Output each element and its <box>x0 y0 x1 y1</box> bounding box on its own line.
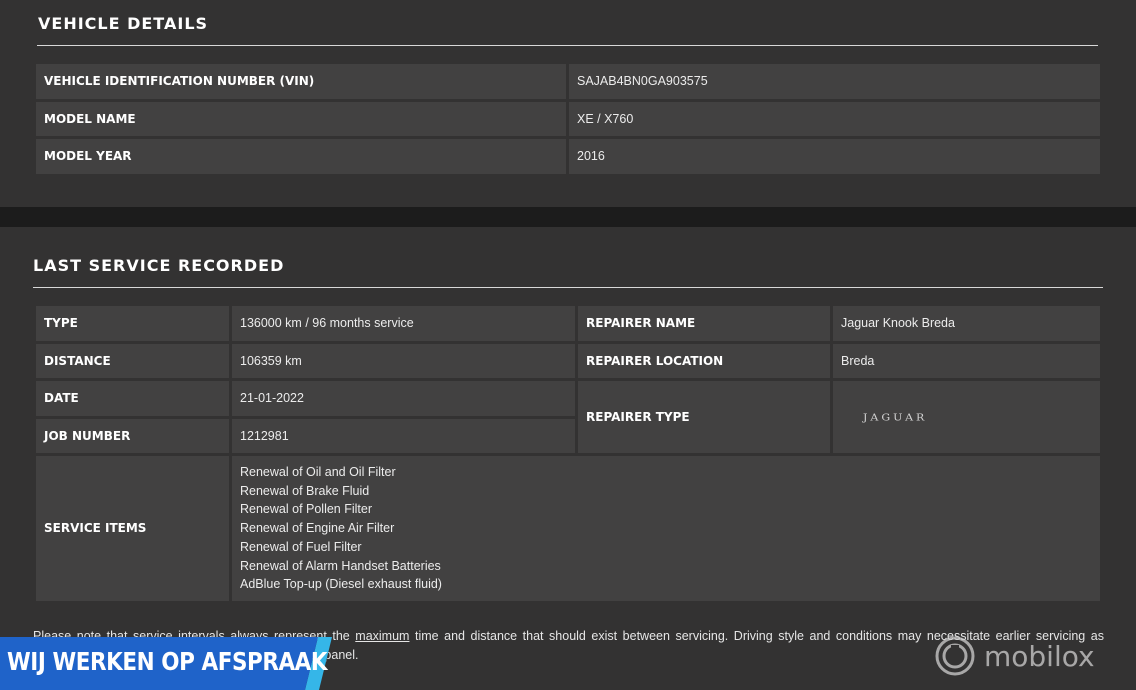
service-item: AdBlue Top-up (Diesel exhaust fluid) <box>240 577 442 592</box>
last-service-title: LAST SERVICE RECORDED <box>33 256 285 275</box>
type-label: TYPE <box>36 306 229 341</box>
mobilox-watermark: mobilox <box>934 634 1095 678</box>
title-divider <box>33 287 1103 288</box>
appointment-banner: WIJ WERKEN OP AFSPRAAK <box>0 637 332 690</box>
vehicle-details-panel: VEHICLE DETAILS VEHICLE IDENTIFICATION N… <box>0 0 1136 207</box>
job-number-value: 1212981 <box>232 419 575 453</box>
service-item: Renewal of Engine Air Filter <box>240 521 395 536</box>
service-items-value: Renewal of Oil and Oil Filter Renewal of… <box>232 456 1100 601</box>
banner-text: WIJ WERKEN OP AFSPRAAK <box>7 647 328 676</box>
service-item: Renewal of Pollen Filter <box>240 502 373 517</box>
vehicle-details-title: VEHICLE DETAILS <box>38 14 209 33</box>
service-item: Renewal of Alarm Handset Batteries <box>240 558 441 573</box>
jaguar-logo: JAGUAR <box>863 411 928 423</box>
maximum-link[interactable]: maximum <box>355 629 409 643</box>
repairer-location-label: REPAIRER LOCATION <box>578 344 830 378</box>
vin-label: VEHICLE IDENTIFICATION NUMBER (VIN) <box>36 64 566 99</box>
service-item: Renewal of Fuel Filter <box>240 539 362 554</box>
model-year-label: MODEL YEAR <box>36 139 566 174</box>
service-items-label: SERVICE ITEMS <box>36 456 229 601</box>
mobilox-logo-icon <box>935 636 975 676</box>
repairer-location-value: Breda <box>833 344 1100 378</box>
model-name-label: MODEL NAME <box>36 102 566 136</box>
type-value: 136000 km / 96 months service <box>232 306 575 341</box>
repairer-name-value: Jaguar Knook Breda <box>833 306 1100 341</box>
service-items-list: Renewal of Oil and Oil Filter Renewal of… <box>240 463 442 594</box>
service-item: Renewal of Oil and Oil Filter <box>240 465 396 480</box>
job-number-label: JOB NUMBER <box>36 419 229 453</box>
repairer-type-label: REPAIRER TYPE <box>578 381 830 453</box>
distance-value: 106359 km <box>232 344 575 378</box>
distance-label: DISTANCE <box>36 344 229 378</box>
vin-value: SAJAB4BN0GA903575 <box>569 64 1100 99</box>
mobilox-text: mobilox <box>984 639 1095 673</box>
model-year-value: 2016 <box>569 139 1100 174</box>
model-name-value: XE / X760 <box>569 102 1100 136</box>
date-value: 21-01-2022 <box>232 381 575 416</box>
repairer-type-value: JAGUAR <box>833 381 1100 453</box>
title-divider <box>37 45 1098 46</box>
repairer-name-label: REPAIRER NAME <box>578 306 830 341</box>
service-item: Renewal of Brake Fluid <box>240 483 370 498</box>
date-label: DATE <box>36 381 229 416</box>
